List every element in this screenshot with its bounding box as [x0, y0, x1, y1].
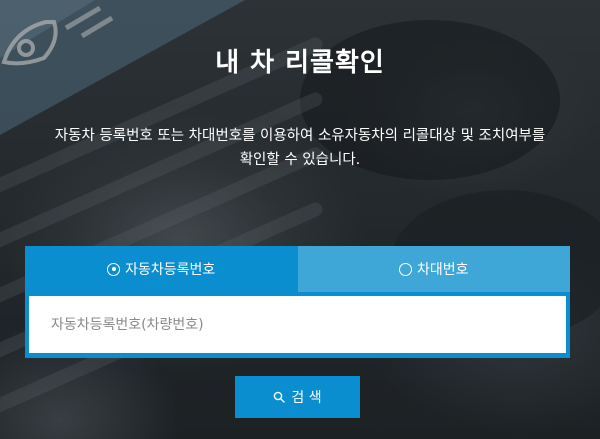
- tab-registration-number[interactable]: 자동차등록번호: [25, 246, 298, 292]
- tab-label: 차대번호: [416, 262, 469, 278]
- radio-unselected-icon[interactable]: [398, 262, 412, 276]
- radio-selected-icon[interactable]: [107, 262, 121, 276]
- search-button[interactable]: 검 색: [235, 376, 360, 418]
- page-title: 내 차 리콜확인: [215, 48, 385, 78]
- search-input-container: [29, 296, 566, 353]
- search-panel: 자동차등록번호 차대번호: [25, 246, 570, 358]
- tab-label: 자동차등록번호: [125, 262, 216, 278]
- description-line: 자동차 등록번호 또는 차대번호를 이용하여 소유자동차의 리콜대상 및 조치여…: [54, 128, 546, 144]
- tab-vin-number[interactable]: 차대번호: [297, 246, 570, 292]
- description-line: 확인할 수 있습니다.: [239, 152, 361, 168]
- search-button-label: 검 색: [291, 390, 322, 406]
- search-type-tabs: 자동차등록번호 차대번호: [25, 246, 570, 292]
- search-icon: [274, 391, 286, 403]
- search-input[interactable]: [29, 296, 566, 353]
- page-description: 자동차 등록번호 또는 차대번호를 이용하여 소유자동차의 리콜대상 및 조치여…: [20, 124, 580, 172]
